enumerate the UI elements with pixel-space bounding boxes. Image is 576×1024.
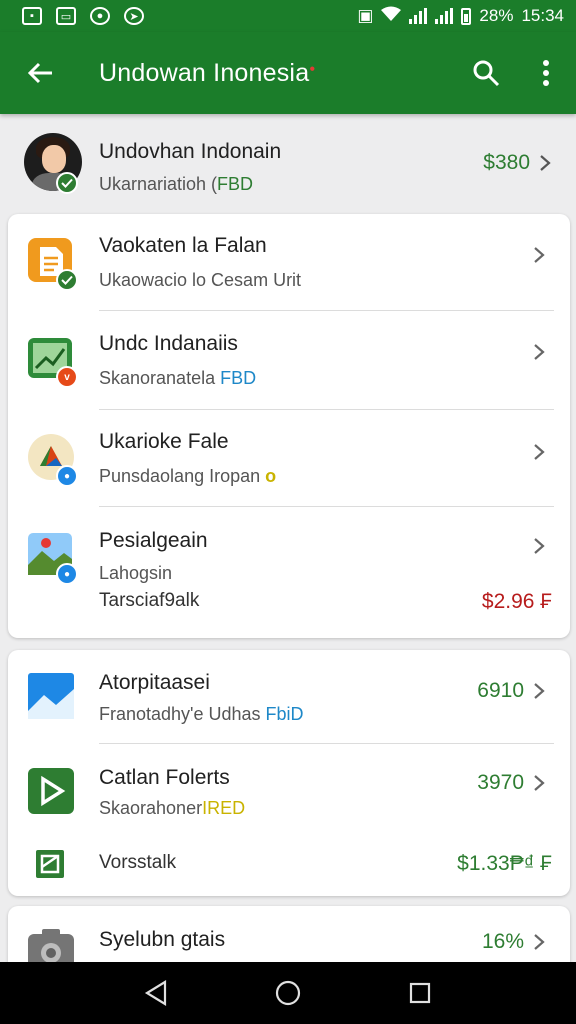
list-item[interactable]: Catlan Folerts SkaorahonerIRED 3970 Vors… (8, 744, 570, 896)
signal-icon (409, 8, 428, 24)
back-button[interactable] (0, 32, 80, 114)
search-button[interactable] (456, 32, 516, 114)
verified-check-icon (56, 269, 78, 291)
chevron-right-icon (534, 538, 545, 554)
warning-badge-icon: v (56, 366, 78, 388)
item-subtitle: Ukaowacio lo Cesam Urit (99, 270, 302, 290)
item-title: Ukarioke Fale (99, 430, 229, 453)
item-subtitle: Franotadhy'e Udhas (99, 704, 266, 724)
account-name: Undovhan Indonain (99, 140, 282, 163)
nav-back-icon (144, 980, 167, 1006)
item-tag: FbiD (265, 704, 304, 724)
signal-icon (435, 8, 454, 24)
list-item[interactable]: Atorpitaasei Franotadhy'e Udhas FbiD 691… (8, 650, 570, 743)
photos-icon (28, 673, 74, 719)
list-item[interactable]: ● Pesialgeain Lahogsin Tarsciaf9alk $2.9… (8, 507, 570, 638)
chevron-right-icon (534, 247, 545, 263)
item-amount: 6910 (477, 679, 524, 702)
footer-label: Tarsciaf9alk (99, 590, 200, 611)
chevron-right-icon (534, 775, 545, 791)
system-nav-bar (0, 962, 576, 1024)
account-row[interactable]: Undovhan Indonain Ukarnariatioh (FBD $38… (0, 118, 576, 208)
item-tag: IRED (202, 798, 246, 818)
verified-check-icon (56, 172, 78, 194)
photo-icon: ▪ (22, 7, 42, 25)
item-amount: 16% (481, 930, 524, 953)
card-media: Atorpitaasei Franotadhy'e Udhas FbiD 691… (8, 650, 570, 896)
card-accounts: Vaokaten la Falan Ukaowacio lo Cesam Uri… (8, 214, 570, 638)
tv-icon: ▭ (56, 7, 76, 25)
nav-home-icon (275, 980, 301, 1006)
item-subtitle: Punsdaolang Iropan (99, 466, 266, 486)
chevron-right-icon (534, 344, 545, 360)
item-tag: o (265, 466, 277, 486)
status-bar: ▪ ▭ ● ➤ ▣ 28% 15:34 (0, 0, 576, 32)
nav-home-button[interactable] (258, 962, 318, 1024)
footer-amount: $2.96 ₣ (481, 590, 552, 613)
item-subtitle: Skanoranatela (99, 368, 221, 388)
account-amount: $380 (483, 151, 530, 174)
play-icon (28, 768, 74, 814)
account-tag: FBD (217, 174, 254, 194)
item-amount: 3970 (477, 771, 524, 794)
nav-recents-icon (409, 982, 431, 1004)
clock: 15:34 (521, 6, 564, 25)
wifi-icon (381, 6, 402, 27)
more-options-button[interactable] (516, 32, 576, 114)
nav-recents-button[interactable] (390, 962, 450, 1024)
item-subtitle: Lahogsin (99, 563, 173, 583)
vpn-icon: ● (90, 7, 110, 25)
item-title: Syelubn gtais (99, 928, 226, 951)
footer-label: Vorsstalk (99, 852, 177, 873)
arrow-back-icon (27, 62, 52, 84)
item-title: Pesialgeain (99, 529, 208, 552)
battery-percent: 28% (479, 6, 514, 25)
list-item[interactable]: Vaokaten la Falan Ukaowacio lo Cesam Uri… (8, 214, 570, 310)
notification-dot: ● (309, 63, 316, 75)
item-title: Catlan Folerts (99, 766, 230, 789)
list-item[interactable]: v Undc Indanaiis Skanoranatela FBD (8, 311, 570, 409)
battery-icon (461, 7, 472, 25)
page-title: Undowan Inonesia (99, 58, 310, 87)
navigation-icon: ➤ (124, 7, 144, 25)
location-badge-icon: ● (56, 465, 78, 487)
item-title: Vaokaten la Falan (99, 234, 267, 257)
app-bar: Undowan Inonesia● (0, 32, 576, 114)
item-tag: FBD (220, 368, 257, 388)
chevron-right-icon (540, 155, 551, 171)
item-title: Atorpitaasei (99, 671, 210, 694)
search-icon (473, 60, 500, 87)
account-subtitle: Ukarnariatioh ( (99, 174, 218, 194)
more-vert-icon (543, 60, 549, 86)
chevron-right-icon (534, 444, 545, 460)
footer-amount: $1.33₱₫ ₣ (457, 852, 552, 875)
receipt-icon (36, 850, 64, 878)
item-subtitle: Skaorahoner (99, 798, 203, 818)
location-badge-icon: ● (56, 563, 78, 585)
chevron-right-icon (534, 934, 545, 950)
list-item[interactable]: ● Ukarioke Fale Punsdaolang Iropan o (8, 410, 570, 507)
chevron-right-icon (534, 683, 545, 699)
nav-back-button[interactable] (126, 962, 186, 1024)
item-title: Undc Indanaiis (99, 332, 238, 355)
vibrate-icon: ▣ (357, 6, 374, 25)
